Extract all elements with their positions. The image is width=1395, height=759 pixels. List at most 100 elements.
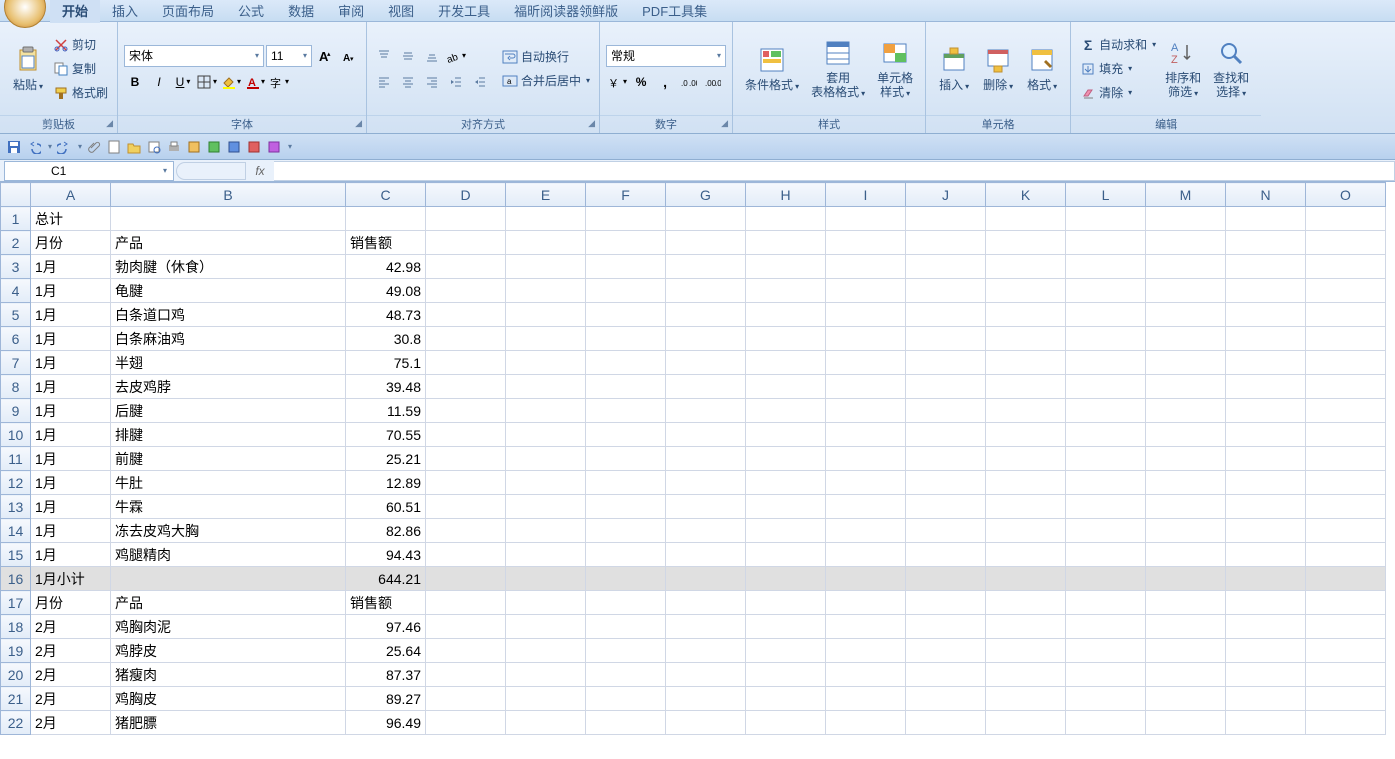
cell[interactable] (826, 471, 906, 495)
cell[interactable]: 39.48 (346, 375, 426, 399)
column-header[interactable]: J (906, 183, 986, 207)
underline-button[interactable]: U▾ (172, 71, 194, 93)
cell[interactable] (746, 711, 826, 735)
cell[interactable] (506, 231, 586, 255)
cell[interactable] (746, 399, 826, 423)
cell[interactable] (906, 399, 986, 423)
cell[interactable] (746, 231, 826, 255)
cell[interactable] (986, 471, 1066, 495)
bold-button[interactable]: B (124, 71, 146, 93)
cell[interactable] (506, 471, 586, 495)
copy-button[interactable]: 复制 (50, 58, 111, 80)
cell[interactable]: 冻去皮鸡大胸 (111, 519, 346, 543)
cell[interactable] (986, 207, 1066, 231)
cell-styles-button[interactable]: 单元格 样式▾ (871, 25, 919, 113)
cell[interactable] (746, 519, 826, 543)
shrink-font-button[interactable]: A▾ (338, 45, 360, 67)
row-header[interactable]: 15 (1, 543, 31, 567)
cell[interactable] (1306, 567, 1386, 591)
cell[interactable] (1226, 639, 1306, 663)
cell[interactable] (1066, 327, 1146, 351)
find-select-button[interactable]: 查找和 选择▾ (1207, 25, 1255, 113)
cell[interactable] (426, 423, 506, 447)
cell[interactable] (506, 423, 586, 447)
cell[interactable] (506, 447, 586, 471)
autosum-button[interactable]: Σ自动求和▾ (1077, 34, 1159, 56)
cell[interactable] (826, 567, 906, 591)
cell[interactable] (1306, 399, 1386, 423)
cell[interactable]: 94.43 (346, 543, 426, 567)
cell[interactable] (1226, 615, 1306, 639)
cell[interactable] (666, 207, 746, 231)
tab-4[interactable]: 数据 (276, 0, 326, 23)
percent-button[interactable]: % (630, 71, 652, 93)
cell[interactable] (746, 663, 826, 687)
cell[interactable] (1146, 351, 1226, 375)
cell[interactable] (506, 351, 586, 375)
cell[interactable] (746, 303, 826, 327)
row-header[interactable]: 12 (1, 471, 31, 495)
insert-cells-button[interactable]: 插入▾ (932, 25, 976, 113)
cell[interactable] (586, 279, 666, 303)
cell[interactable] (586, 351, 666, 375)
tab-6[interactable]: 视图 (376, 0, 426, 23)
column-header[interactable]: E (506, 183, 586, 207)
cell[interactable]: 牛肚 (111, 471, 346, 495)
grow-font-button[interactable]: A▴ (314, 45, 336, 67)
cell[interactable] (906, 591, 986, 615)
cell[interactable] (986, 447, 1066, 471)
cell[interactable] (426, 663, 506, 687)
cell[interactable] (666, 255, 746, 279)
print-icon[interactable] (166, 139, 182, 155)
cell[interactable]: 半翅 (111, 351, 346, 375)
orientation-button[interactable]: ab▾ (445, 45, 467, 67)
cell[interactable] (746, 351, 826, 375)
cell[interactable] (111, 207, 346, 231)
cell[interactable] (1226, 303, 1306, 327)
cell[interactable] (586, 327, 666, 351)
cell[interactable] (826, 327, 906, 351)
cell[interactable] (426, 351, 506, 375)
clear-button[interactable]: 清除▾ (1077, 82, 1159, 104)
tab-8[interactable]: 福昕阅读器领鲜版 (502, 0, 630, 23)
row-header[interactable]: 3 (1, 255, 31, 279)
cell[interactable] (986, 255, 1066, 279)
cell[interactable] (1066, 207, 1146, 231)
tab-2[interactable]: 页面布局 (150, 0, 226, 23)
cell[interactable] (666, 567, 746, 591)
align-bottom-button[interactable] (421, 45, 443, 67)
decrease-decimal-button[interactable]: .00.0 (702, 71, 724, 93)
cell[interactable] (1146, 207, 1226, 231)
fill-button[interactable]: 填充▾ (1077, 58, 1159, 80)
cell[interactable] (1226, 279, 1306, 303)
cell[interactable]: 2月 (31, 639, 111, 663)
cell[interactable] (986, 375, 1066, 399)
fx-button[interactable]: fx (246, 164, 274, 178)
cell[interactable] (1306, 591, 1386, 615)
cell[interactable]: 去皮鸡脖 (111, 375, 346, 399)
cell[interactable] (666, 687, 746, 711)
cell[interactable] (1306, 543, 1386, 567)
cell[interactable] (1306, 375, 1386, 399)
cell[interactable] (586, 231, 666, 255)
cell[interactable]: 1月 (31, 375, 111, 399)
cell[interactable] (426, 591, 506, 615)
cell[interactable] (1066, 399, 1146, 423)
cell[interactable]: 猪肥膘 (111, 711, 346, 735)
cell[interactable] (426, 375, 506, 399)
cell[interactable] (1066, 615, 1146, 639)
cell[interactable] (1066, 543, 1146, 567)
row-header[interactable]: 16 (1, 567, 31, 591)
cell[interactable]: 鸡胸肉泥 (111, 615, 346, 639)
cell[interactable] (1066, 591, 1146, 615)
cell[interactable] (986, 615, 1066, 639)
cell[interactable] (506, 279, 586, 303)
cell[interactable] (826, 255, 906, 279)
cell[interactable] (986, 495, 1066, 519)
cell[interactable]: 75.1 (346, 351, 426, 375)
cell[interactable] (746, 639, 826, 663)
cell[interactable] (426, 711, 506, 735)
cell[interactable] (1226, 351, 1306, 375)
cell[interactable]: 70.55 (346, 423, 426, 447)
row-header[interactable]: 17 (1, 591, 31, 615)
